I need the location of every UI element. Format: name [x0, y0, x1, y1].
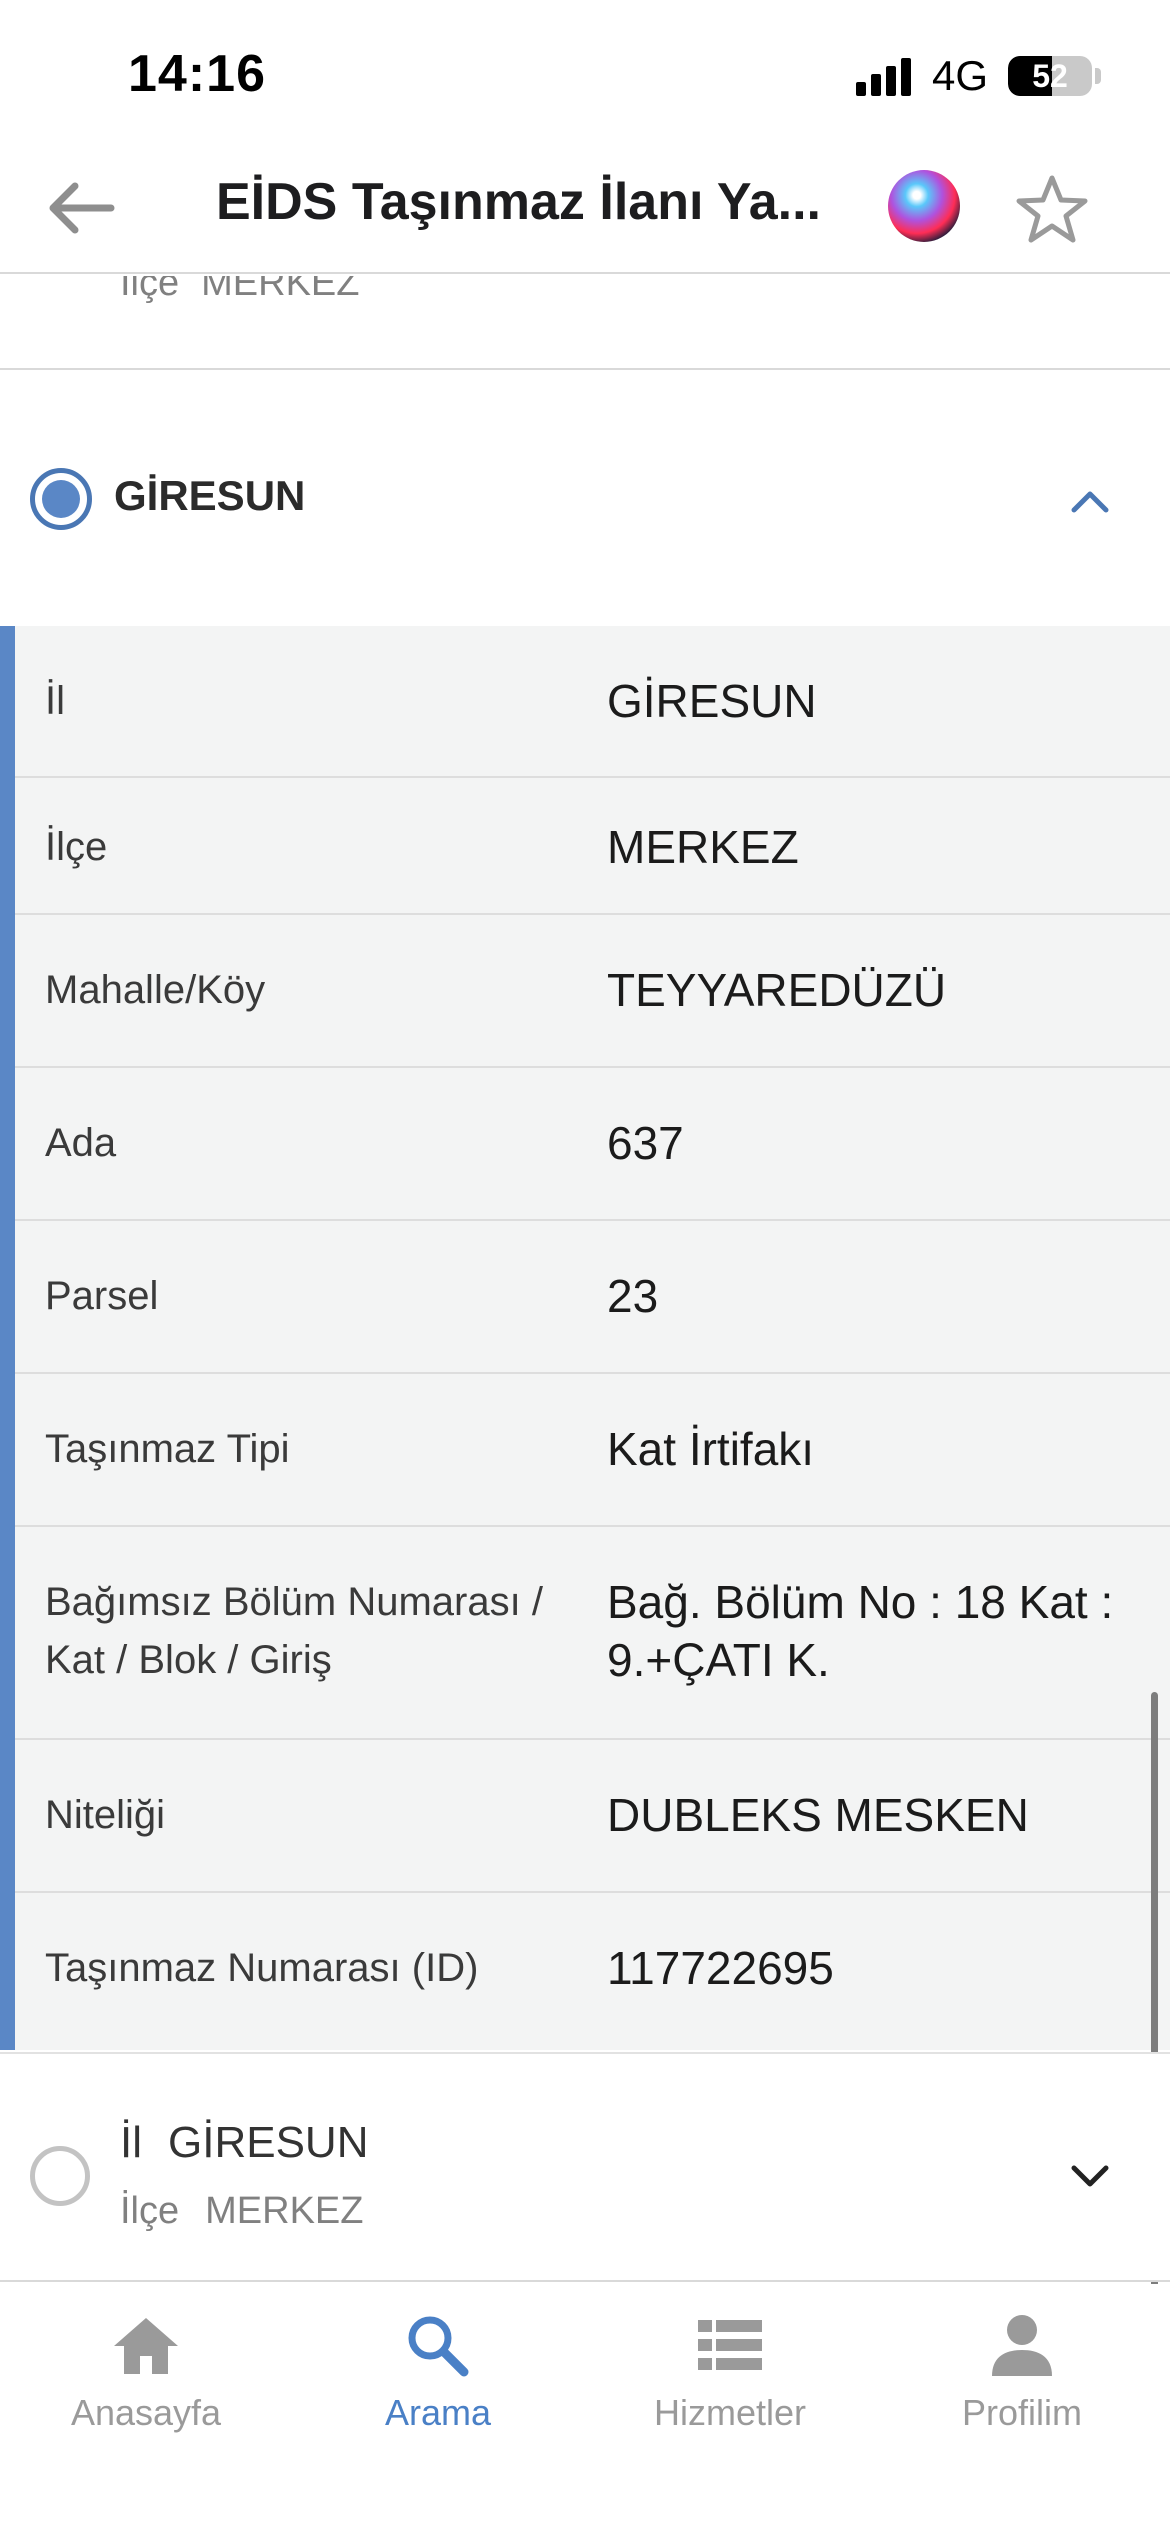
unselected-radio-button[interactable] [30, 2146, 90, 2206]
tab-profile[interactable]: Profilim [876, 2304, 1168, 2464]
province-label: İl [120, 2118, 142, 2167]
tab-search[interactable]: Arama [292, 2304, 584, 2464]
favorite-button[interactable] [1012, 170, 1092, 250]
selected-radio-button[interactable] [30, 468, 92, 530]
cellular-signal-icon [856, 58, 914, 96]
previous-result-item[interactable]: İlçe MERKEZ [0, 276, 1170, 370]
detail-row-property-id: Taşınmaz Numarası (ID) 117722695 [15, 1893, 1170, 2050]
card-title: GİRESUN [114, 472, 306, 519]
tab-bar: Anasayfa Arama Hizmetler Profilim [0, 2284, 1170, 2532]
result-card-collapsed[interactable]: İl GİRESUN İlçe MERKEZ [0, 2052, 1170, 2282]
district-value: MERKEZ [201, 276, 360, 304]
row-label: İlçe [45, 825, 108, 869]
navigation-bar: EİDS Taşınmaz İlanı Ya... [0, 140, 1170, 274]
row-value: Kat İrtifakı [607, 1423, 815, 1475]
tab-label: Hizmetler [653, 2392, 806, 2433]
row-label: Mahalle/Köy [45, 968, 266, 1012]
district-label: İlçe [120, 2190, 180, 2232]
star-icon [1016, 175, 1088, 243]
chevron-down-icon [1071, 2165, 1109, 2187]
row-label: Bağımsız Bölüm Numarası / Kat / Blok / G… [45, 1580, 543, 1682]
chevron-up-icon [1071, 491, 1109, 513]
tab-label: Arama [384, 2392, 492, 2433]
previous-result-district: İlçe MERKEZ [120, 276, 360, 305]
card-province: İl GİRESUN [120, 2118, 368, 2168]
row-value: 637 [607, 1117, 684, 1169]
arrow-left-icon [49, 182, 115, 234]
detail-row-province: İl GİRESUN [15, 626, 1170, 778]
result-card-header[interactable]: GİRESUN [0, 372, 1170, 626]
selection-accent-bar [0, 626, 15, 2050]
row-value: TEYYAREDÜZÜ [607, 964, 947, 1016]
collapse-button[interactable] [1058, 476, 1122, 526]
row-value: 117722695 [607, 1942, 834, 1994]
row-value: DUBLEKS MESKEN [607, 1789, 1029, 1841]
detail-row-block: Ada 637 [15, 1068, 1170, 1221]
district-label: İlçe [120, 276, 180, 304]
network-type: 4G [932, 52, 989, 99]
detail-row-property-type: Taşınmaz Tipi Kat İrtifakı [15, 1374, 1170, 1527]
row-value: MERKEZ [607, 821, 799, 873]
detail-row-qualification: Niteliği DUBLEKS MESKEN [15, 1740, 1170, 1893]
battery-icon: 52 [1008, 56, 1092, 96]
tab-home[interactable]: Anasayfa [0, 2304, 292, 2464]
page-title: EİDS Taşınmaz İlanı Ya... [216, 173, 821, 231]
property-detail-table: İl GİRESUN İlçe MERKEZ Mahalle/Köy TEYYA… [0, 626, 1170, 2438]
detail-row-unit-floor: Bağımsız Bölüm Numarası / Kat / Blok / G… [15, 1527, 1170, 1740]
row-label: Parsel [45, 1274, 159, 1318]
battery-tip [1095, 68, 1101, 84]
row-label: İl [45, 679, 65, 723]
status-time: 14:16 [128, 45, 266, 103]
detail-row-district: İlçe MERKEZ [15, 778, 1170, 915]
province-value: GİRESUN [168, 2118, 369, 2167]
home-icon [114, 2318, 178, 2374]
detail-row-neighborhood: Mahalle/Köy TEYYAREDÜZÜ [15, 915, 1170, 1068]
district-value: MERKEZ [205, 2190, 364, 2232]
tab-label: Anasayfa [70, 2392, 222, 2433]
battery-level: 52 [1032, 58, 1068, 94]
back-button[interactable] [40, 168, 120, 248]
status-bar: 14:16 4G 52 [0, 0, 1170, 140]
tab-label: Profilim [961, 2392, 1082, 2433]
person-icon [992, 2315, 1052, 2376]
row-value: GİRESUN [607, 675, 817, 727]
tab-services[interactable]: Hizmetler [584, 2304, 876, 2464]
siri-icon[interactable] [888, 170, 960, 242]
row-label: Ada [45, 1121, 117, 1165]
row-value: Bağ. Bölüm No : 18 Kat : 9.+ÇATI K. [607, 1576, 1114, 1686]
search-icon [408, 2316, 469, 2377]
expand-button[interactable] [1058, 2152, 1122, 2202]
card-district: İlçe MERKEZ [120, 2190, 364, 2233]
detail-row-parcel: Parsel 23 [15, 1221, 1170, 1374]
list-icon [698, 2320, 762, 2370]
row-label: Taşınmaz Tipi [45, 1427, 290, 1471]
row-value: 23 [607, 1270, 659, 1322]
row-label: Taşınmaz Numarası (ID) [45, 1946, 479, 1990]
row-label: Niteliği [45, 1793, 166, 1837]
